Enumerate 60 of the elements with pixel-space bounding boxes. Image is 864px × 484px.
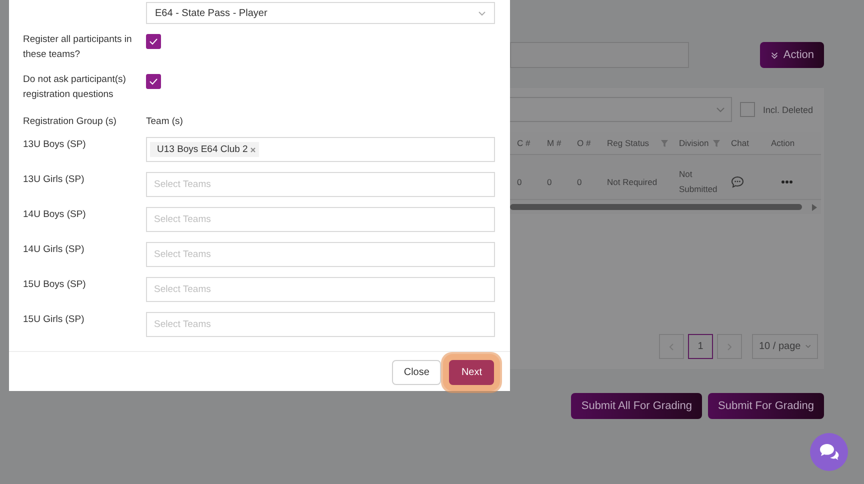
- checkbox-label: Incl. Deleted: [763, 104, 814, 114]
- table-cell-text: Not Submitted: [679, 168, 718, 196]
- checkmark-icon: [149, 38, 158, 45]
- chat-button[interactable]: [810, 433, 848, 471]
- checkmark-icon: [149, 78, 158, 85]
- column-header: Team (s): [146, 115, 184, 129]
- placeholder-text: Select Teams: [153, 179, 211, 190]
- page-size-select[interactable]: 10 / page: [752, 334, 818, 359]
- select-field[interactable]: E64 - State Pass - Player: [146, 2, 495, 24]
- placeholder-text: Select Teams: [153, 284, 211, 295]
- placeholder-text: Select Teams: [153, 214, 211, 225]
- column-header: Registration Group (s): [23, 115, 118, 129]
- close-icon[interactable]: [250, 146, 256, 152]
- column-header: Reg Status: [607, 136, 650, 150]
- table-cell-text: 0: [517, 176, 522, 188]
- scroll-right-icon[interactable]: [812, 204, 817, 210]
- table-cell-text: Not Required: [607, 176, 658, 189]
- placeholder-text: Select Teams: [153, 249, 211, 260]
- chevrons-down-icon: [770, 50, 780, 60]
- team-select-field[interactable]: U13 Boys E64 Club 2: [146, 137, 495, 162]
- next-page-button[interactable]: [717, 334, 742, 359]
- column-header: Division: [679, 136, 709, 150]
- group-label: 13U Girls (SP): [23, 173, 86, 187]
- group-label: 14U Boys (SP): [23, 208, 87, 222]
- placeholder-text: Select Teams: [153, 319, 211, 330]
- close-button[interactable]: Close: [392, 360, 442, 385]
- column-header: M #: [547, 136, 562, 150]
- chevron-down-icon: [804, 344, 811, 349]
- column-header: C #: [517, 136, 530, 150]
- page-button[interactable]: 1: [688, 334, 713, 359]
- group-label: 13U Boys (SP): [23, 138, 87, 152]
- chat-bubble-icon[interactable]: [731, 176, 744, 188]
- checkbox[interactable]: [146, 74, 161, 89]
- previous-page-button[interactable]: [659, 334, 684, 359]
- filter-icon[interactable]: [713, 140, 720, 146]
- group-label: 15U Girls (SP): [23, 313, 86, 327]
- action-button[interactable]: Action: [760, 42, 824, 68]
- checkbox[interactable]: [740, 102, 755, 117]
- chevron-left-icon: [669, 342, 674, 350]
- group-label: 15U Boys (SP): [23, 278, 87, 292]
- team-tag: U13 Boys E64 Club 2: [150, 142, 259, 157]
- column-header: Chat: [731, 136, 749, 150]
- chat-bubbles-icon: [819, 443, 839, 461]
- chevron-right-icon: [727, 342, 732, 350]
- submit-button[interactable]: Submit For Grading: [708, 393, 824, 419]
- group-label: 14U Girls (SP): [23, 243, 86, 257]
- table-cell-text: 0: [577, 176, 582, 188]
- chevron-down-icon: [716, 106, 725, 112]
- submit-button[interactable]: Submit All For Grading: [571, 393, 702, 419]
- chevron-down-icon: [478, 10, 486, 16]
- ellipsis-icon[interactable]: [781, 180, 793, 184]
- column-header: Action: [771, 136, 795, 150]
- filter-icon[interactable]: [661, 140, 668, 146]
- scrollbar[interactable]: [510, 204, 802, 210]
- checkbox[interactable]: [146, 34, 161, 49]
- table-cell-text: 0: [547, 176, 552, 188]
- column-header: O #: [577, 136, 591, 150]
- option-label: Register all participants in these teams?: [23, 33, 133, 62]
- search-field[interactable]: [510, 42, 690, 68]
- option-label: Do not ask participant(s) registration questions: [23, 73, 127, 102]
